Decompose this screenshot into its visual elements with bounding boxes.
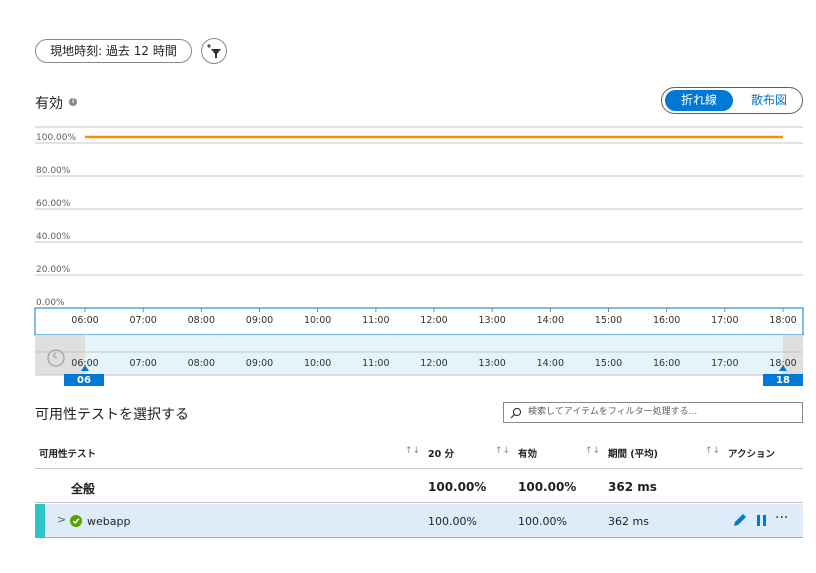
test-name[interactable]: webapp [87,515,130,528]
x-tick-label: 17:00 [711,315,738,326]
brush-tick-label: 17:00 [711,358,738,369]
x-tick-label: 06:00 [71,315,98,326]
x-tick-label: 11:00 [362,315,389,326]
brush-tick-label: 16:00 [653,358,680,369]
brush-end-label: 18 [776,375,790,386]
search-placeholder: 検索してアイテムをフィルター処理する... [528,407,698,417]
search-icon [510,407,522,419]
brush-tick-label: 09:00 [246,358,273,369]
y-tick-label: 80.00% [36,166,71,176]
brush-tick-label: 10:00 [304,358,331,369]
availability-title: 有効 [35,96,63,112]
more-actions-button[interactable]: ··· [775,510,788,526]
brush-tick-label: 13:00 [478,358,505,369]
brush-tick-label: 15:00 [595,358,622,369]
x-tick-label: 12:00 [420,315,447,326]
x-tick-label: 16:00 [653,315,680,326]
x-tick-label: 15:00 [595,315,622,326]
brush-shade-left [35,335,85,375]
edit-button[interactable] [732,512,748,532]
col-header-availability[interactable]: 有効 [518,446,537,460]
time-range-label: 現地時刻: 過去 12 時間 [50,44,177,58]
col-header-20min[interactable]: 20 分 [428,446,454,460]
summary-20min: 100.00% [428,480,487,494]
brush-selection [85,335,783,375]
summary-divider [35,502,803,503]
brush-tick-label: 08:00 [188,358,215,369]
y-tick-label: 20.00% [36,265,71,275]
availability-chart: 100.00% 80.00% 60.00% 40.00% 20.00% 0.00% 06:0… [34,126,804,386]
chevron-right-icon[interactable]: > [57,513,66,526]
info-icon[interactable]: i [69,98,77,106]
summary-availability: 100.00% [518,480,577,494]
pause-icon [757,515,766,526]
x-tick-label: 14:00 [537,315,564,326]
x-tick-label: 07:00 [129,315,156,326]
add-filter-icon [207,44,221,58]
y-tick-label: 100.00% [36,133,76,143]
x-tick-label: 10:00 [304,315,331,326]
sort-icon[interactable]: ↑↓ [705,446,720,456]
add-filter-button[interactable] [201,38,227,64]
edit-icon [734,514,746,526]
header-divider [35,468,803,469]
x-tick-label: 09:00 [246,315,273,326]
brush-tick-label: 11:00 [362,358,389,369]
summary-name: 全般 [71,482,96,496]
success-check-icon [70,515,82,527]
col-header-test[interactable]: 可用性テスト [39,446,96,460]
x-tick-label: 13:00 [478,315,505,326]
y-tick-label: 40.00% [36,232,71,242]
x-tick-label: 18:00 [769,315,796,326]
test-list-title: 可用性テストを選択する [35,407,189,423]
test-20min-value: 100.00% [428,515,477,528]
test-availability-value: 100.00% [518,515,567,528]
sort-icon[interactable]: ↑↓ [585,446,600,456]
search-input[interactable]: 検索してアイテムをフィルター処理する... [503,402,803,423]
x-tick-label: 08:00 [188,315,215,326]
brush-start-label: 06 [77,375,91,386]
col-header-duration[interactable]: 期間 (平均) [608,446,658,460]
y-tick-label: 0.00% [36,298,65,308]
brush-shade-right [783,335,803,375]
y-tick-label: 60.00% [36,199,71,209]
brush-tick-label: 12:00 [420,358,447,369]
brush-tick-label: 14:00 [537,358,564,369]
line-view-option[interactable]: 折れ線 [665,90,733,111]
sort-icon[interactable]: ↑↓ [405,446,420,456]
chart-view-toggle[interactable]: 折れ線 散布図 [661,87,803,114]
test-duration-value: 362 ms [608,515,649,528]
pause-button[interactable] [756,512,768,532]
row-selected-indicator [35,504,45,538]
summary-duration: 362 ms [608,480,657,494]
time-range-filter[interactable]: 現地時刻: 過去 12 時間 [35,39,192,63]
sort-icon[interactable]: ↑↓ [495,446,510,456]
table-row[interactable] [35,504,803,538]
brush-tick-label: 07:00 [129,358,156,369]
col-header-actions: アクション [728,449,776,460]
scatter-view-option[interactable]: 散布図 [738,90,800,111]
